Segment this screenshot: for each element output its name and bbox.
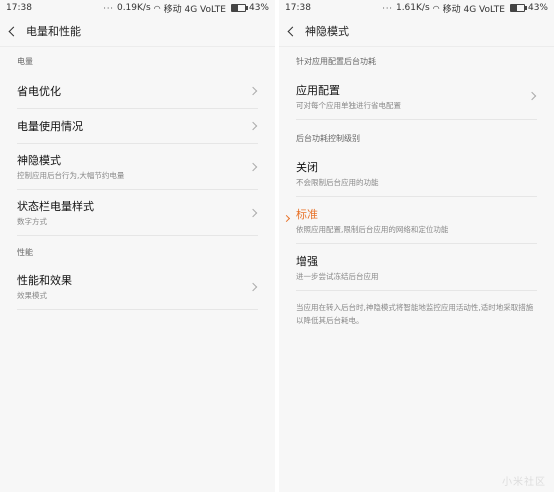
option-title: 增强: [296, 254, 318, 268]
menu-item-battery-usage[interactable]: 电量使用情况: [17, 109, 258, 144]
back-arrow-icon[interactable]: [287, 26, 298, 36]
wifi-icon: ◠: [153, 3, 161, 13]
option-subtitle: 不会限制后台应用的功能: [296, 177, 379, 187]
option-enhanced[interactable]: 增强 进一步尝试冻结后台应用: [296, 244, 537, 291]
watermark: 小米社区: [502, 477, 546, 488]
selected-indicator-icon: [282, 214, 291, 223]
status-bar: 17:38 ··· 0.19K/s ◠ 移动 4G VoLTE 43%: [0, 0, 275, 16]
wifi-icon: ◠: [432, 3, 440, 13]
option-subtitle: 依照应用配置,限制后台应用的网络和定位功能: [296, 224, 449, 234]
item-title: 状态栏电量样式: [17, 200, 94, 213]
menu-item-power-saving[interactable]: 省电优化: [17, 73, 258, 109]
menu-item-hidden-mode[interactable]: 神隐模式 控制应用后台行为,大幅节约电量: [17, 144, 258, 190]
section-label-config: 针对应用配置后台功耗: [296, 57, 376, 66]
page-title: 神隐模式: [305, 25, 349, 38]
item-title: 省电优化: [17, 84, 61, 98]
carrier-label: 移动 4G VoLTE: [163, 4, 226, 15]
page-header: 电量和性能: [0, 16, 275, 47]
item-title: 性能和效果: [17, 274, 72, 287]
item-subtitle: 数字方式: [17, 217, 47, 226]
item-title: 神隐模式: [17, 154, 61, 167]
battery-icon: [509, 4, 527, 12]
mode-description: 当应用在转入后台时,神隐模式将智能地监控应用活动性,适时地采取措施以降低其后台耗…: [296, 303, 534, 325]
menu-item-app-config[interactable]: 应用配置 可对每个应用单独进行省电配置: [296, 73, 537, 120]
section-label-performance: 性能: [17, 248, 33, 257]
menu-item-performance[interactable]: 性能和效果 效果模式: [17, 264, 258, 310]
option-subtitle: 进一步尝试冻结后台应用: [296, 271, 379, 281]
status-time: 17:38: [6, 3, 32, 13]
page-title: 电量和性能: [26, 25, 81, 38]
item-subtitle: 可对每个应用单独进行省电配置: [296, 100, 401, 110]
battery-percent: 43%: [248, 3, 269, 13]
section-label-level: 后台功耗控制级别: [296, 134, 360, 143]
back-arrow-icon[interactable]: [8, 26, 19, 36]
status-time: 17:38: [285, 3, 311, 13]
network-speed: 1.61K/s: [395, 3, 430, 13]
carrier-label: 移动 4G VoLTE: [442, 4, 505, 15]
option-title: 关闭: [296, 160, 318, 174]
option-off[interactable]: 关闭 不会限制后台应用的功能: [296, 150, 537, 197]
item-subtitle: 控制应用后台行为,大幅节约电量: [17, 171, 125, 180]
section-label-power: 电量: [17, 57, 33, 66]
item-subtitle: 效果模式: [17, 291, 47, 300]
battery-percent: 43%: [527, 3, 548, 13]
option-title: 标准: [296, 207, 318, 221]
menu-item-battery-style[interactable]: 状态栏电量样式 数字方式: [17, 190, 258, 236]
network-speed: 0.19K/s: [116, 3, 151, 13]
notification-dots-icon: ···: [103, 3, 114, 13]
hidden-mode-screen: 17:38 ··· 1.61K/s ◠ 移动 4G VoLTE 43% 神隐模式…: [279, 0, 554, 492]
item-title: 应用配置: [296, 83, 340, 97]
notification-dots-icon: ···: [382, 3, 393, 13]
page-header: 神隐模式: [279, 16, 554, 47]
battery-icon: [230, 4, 248, 12]
status-bar: 17:38 ··· 1.61K/s ◠ 移动 4G VoLTE 43%: [279, 0, 554, 16]
item-title: 电量使用情况: [17, 120, 83, 133]
power-performance-screen: 17:38 ··· 0.19K/s ◠ 移动 4G VoLTE 43% 电量和性…: [0, 0, 275, 492]
option-standard[interactable]: 标准 依照应用配置,限制后台应用的网络和定位功能: [282, 197, 537, 244]
